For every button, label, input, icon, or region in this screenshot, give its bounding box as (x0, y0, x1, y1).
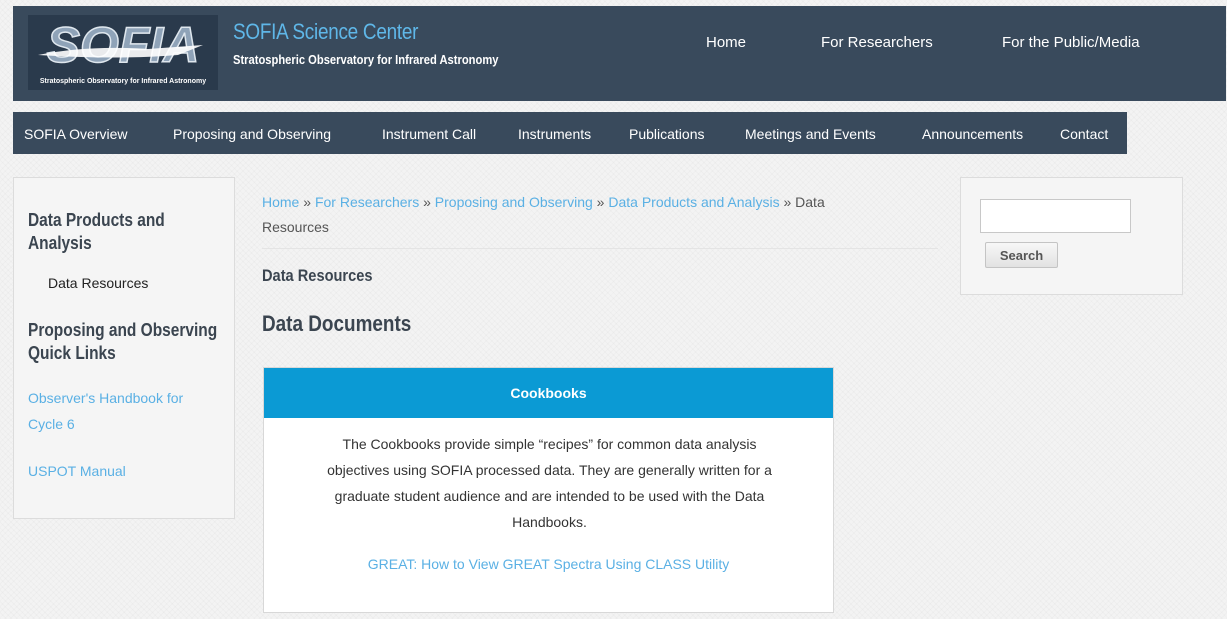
nav-meetings-and-events[interactable]: Meetings and Events (745, 126, 876, 142)
cookbooks-card: Cookbooks The Cookbooks provide simple “… (263, 367, 834, 613)
card-description: The Cookbooks provide simple “recipes” f… (289, 431, 810, 535)
breadcrumb: Home » For Researchers » Proposing and O… (262, 190, 932, 240)
sidebar-heading-data-products[interactable]: Data Products and Analysis (28, 209, 226, 255)
breadcrumb-data-products[interactable]: Data Products and Analysis (608, 194, 779, 210)
sidebar-heading-quick-links: Proposing and Observing Quick Links (28, 319, 226, 365)
card-description-line: The Cookbooks provide simple “recipes” f… (342, 436, 757, 452)
site-slogan: Stratospheric Observatory for Infrared A… (233, 52, 499, 67)
nav-sofia-overview[interactable]: SOFIA Overview (24, 126, 127, 142)
nav-announcements[interactable]: Announcements (922, 126, 1023, 142)
breadcrumb-separator: » (423, 194, 431, 210)
search-block: Search (960, 177, 1183, 295)
breadcrumb-separator: » (783, 194, 792, 210)
nav-publications[interactable]: Publications (629, 126, 705, 142)
sidebar-heading-line: Quick Links (28, 343, 116, 363)
logo-subtext: Stratospheric Observatory for Infrared A… (40, 78, 206, 85)
nav-contact[interactable]: Contact (1060, 126, 1108, 142)
sidebar-heading-line: Data Products and (28, 210, 165, 230)
card-description-line: graduate student audience and are intend… (334, 488, 765, 504)
main-nav: SOFIA Overview Proposing and Observing I… (13, 112, 1127, 154)
breadcrumb-home[interactable]: Home (262, 194, 299, 210)
nav-instruments[interactable]: Instruments (518, 126, 591, 142)
sidebar-item-data-resources[interactable]: Data Resources (48, 275, 148, 291)
sidebar-heading-line: Analysis (28, 233, 92, 253)
card-description-line: Handbooks. (512, 514, 587, 530)
sidebar-link-line: Observer's Handbook for (28, 390, 184, 406)
breadcrumb-separator: » (303, 194, 312, 210)
sidebar-link-uspot-manual[interactable]: USPOT Manual (28, 458, 126, 484)
page-title: Data Resources (262, 266, 373, 285)
top-nav-home[interactable]: Home (706, 34, 746, 51)
search-button[interactable]: Search (985, 242, 1058, 268)
breadcrumb-for-researchers[interactable]: For Researchers (315, 194, 419, 210)
nav-proposing-and-observing[interactable]: Proposing and Observing (173, 126, 331, 142)
search-input[interactable] (980, 199, 1131, 233)
sidebar-link-line: Cycle 6 (28, 416, 75, 432)
breadcrumb-current-cont: Resources (262, 219, 329, 235)
great-class-utility-link[interactable]: GREAT: How to View GREAT Spectra Using C… (264, 556, 833, 572)
section-title: Data Documents (262, 311, 412, 336)
site-header: SOFIA Stratospheric Observatory for Infr… (13, 6, 1226, 101)
top-nav: Home For Researchers For the Public/Medi… (13, 34, 1226, 54)
top-nav-for-public-media[interactable]: For the Public/Media (1002, 34, 1140, 51)
breadcrumb-proposing-and-observing[interactable]: Proposing and Observing (435, 194, 593, 210)
sidebar-heading-line: Proposing and Observing (28, 320, 218, 340)
top-nav-for-researchers[interactable]: For Researchers (821, 34, 933, 51)
card-description-line: objectives using SOFIA processed data. T… (327, 462, 772, 478)
breadcrumb-current: Data (795, 194, 825, 210)
left-sidebar: Data Products and Analysis Data Resource… (13, 177, 235, 519)
card-title: Cookbooks (264, 368, 833, 418)
sidebar-link-observers-handbook[interactable]: Observer's Handbook for Cycle 6 (28, 385, 183, 437)
nav-instrument-call[interactable]: Instrument Call (382, 126, 476, 142)
breadcrumb-separator: » (596, 194, 605, 210)
content-divider (262, 248, 938, 249)
